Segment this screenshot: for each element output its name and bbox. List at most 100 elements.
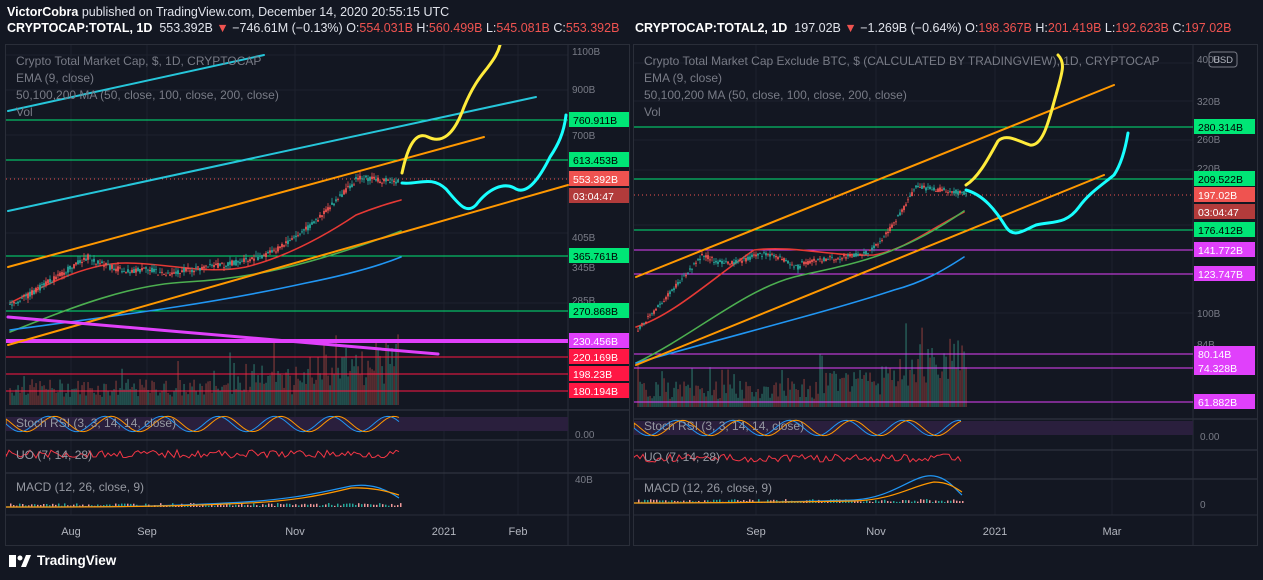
r-volume-bar xyxy=(695,385,697,407)
r-level-label-text: 80.14B xyxy=(1198,349,1231,361)
l-volume-bar xyxy=(243,389,245,405)
l-volume-bar xyxy=(283,387,285,405)
l-level-label-text: 613.453B xyxy=(573,155,618,167)
r-x-tick: Sep xyxy=(746,526,766,538)
l-macd-hist-bar xyxy=(310,503,312,507)
l-candle-body xyxy=(31,290,33,296)
l-volume-bar xyxy=(59,379,61,405)
l-channel-upper-orange xyxy=(7,136,485,268)
l-macd-hist-bar xyxy=(376,504,378,507)
r-candle-body xyxy=(707,255,709,260)
r-level-label: 123.747B xyxy=(1194,266,1255,281)
l-candle-body xyxy=(379,181,381,183)
r-macd-hist-bar xyxy=(893,501,895,503)
r-candle-body xyxy=(735,260,737,264)
l-last-price-label: 553.392B xyxy=(569,171,629,186)
r-macd-hist-bar xyxy=(935,500,937,503)
r-volume-bar xyxy=(873,381,875,407)
r-volume-bar xyxy=(667,382,669,407)
l-volume-bar xyxy=(297,378,299,405)
r-candle-body xyxy=(711,257,713,259)
l-candle-body xyxy=(113,268,115,271)
l-candle-body xyxy=(119,267,121,269)
left-low: 545.081B xyxy=(496,21,550,35)
l-volume-bar xyxy=(67,383,69,405)
l-candle-body xyxy=(215,263,217,266)
l-candle-body xyxy=(187,267,189,269)
right-chart-pane[interactable]: 400B 320B 260B 220B 100B 84B Sep Nov 2021 Mar 280.… xyxy=(633,44,1258,546)
l-volume-bar xyxy=(253,364,255,405)
r-candle-body xyxy=(821,261,823,263)
right-indicator-ema: EMA (9, close) xyxy=(644,71,722,85)
l-candle-body xyxy=(229,261,231,265)
l-volume-bar xyxy=(157,395,159,405)
r-candle-body xyxy=(753,254,755,256)
r-candle-body xyxy=(851,256,853,258)
left-chart-svg[interactable]: 1100B900B700B405B345B285BAug Sep Nov 2021 Fe… xyxy=(6,45,630,546)
l-volume-bar xyxy=(85,395,87,405)
l-volume-bar xyxy=(227,383,229,405)
l-x-tick: Sep xyxy=(137,526,157,538)
r-candle-body xyxy=(881,240,883,241)
l-volume-bar xyxy=(343,356,345,405)
l-volume-bar xyxy=(127,379,129,405)
r-volume-bar xyxy=(957,340,959,407)
l-volume-bar xyxy=(265,382,267,405)
r-volume-bar xyxy=(827,385,829,407)
r-volume-bar xyxy=(821,355,823,407)
r-volume-bar xyxy=(669,398,671,407)
l-candle-body xyxy=(225,265,227,267)
l-candle-body xyxy=(243,258,245,262)
l-volume-bar xyxy=(179,379,181,405)
r-ma200-line xyxy=(635,256,965,364)
l-candle-body xyxy=(59,272,61,277)
l-candle-body xyxy=(391,179,393,181)
usd-badge[interactable]: USD xyxy=(1208,51,1238,68)
l-macd-hist-bar xyxy=(334,505,336,507)
l-macd-hist-bar xyxy=(298,505,300,507)
right-chart-svg[interactable]: 400B320B260B220B100B84BSep Nov 2021 Mar280.… xyxy=(634,45,1258,546)
l-volume-bar xyxy=(381,366,383,405)
r-candle-body xyxy=(833,259,835,261)
r-ma50-line xyxy=(635,210,965,364)
left-open: 554.031B xyxy=(359,21,413,35)
r-volume-bar xyxy=(701,388,703,407)
r-candle-body xyxy=(785,259,787,262)
r-candle-body xyxy=(655,308,657,311)
l-candle-body xyxy=(251,257,253,260)
r-volume-bar xyxy=(849,391,851,407)
author-name[interactable]: VictorCobra xyxy=(7,5,78,19)
r-macd-hist-bar xyxy=(896,501,898,503)
r-volume-bar xyxy=(763,386,765,407)
l-candle-body xyxy=(207,266,209,268)
left-ticker[interactable]: CRYPTOCAP:TOTAL, 1D xyxy=(7,21,152,35)
l-volume-bar xyxy=(97,385,99,405)
l-candle-body xyxy=(109,265,111,270)
r-candle-body xyxy=(847,254,849,257)
r-macd-hist-bar xyxy=(881,500,883,503)
r-candle-body xyxy=(919,187,921,188)
l-candle-body xyxy=(393,180,395,183)
l-candle-body xyxy=(223,267,225,269)
l-volume-bar xyxy=(131,387,133,405)
l-volume-bar xyxy=(155,389,157,405)
r-candle-body xyxy=(759,253,761,254)
r-x-tick: Nov xyxy=(866,526,886,538)
r-candle-body xyxy=(901,209,903,212)
l-candle-body xyxy=(143,267,145,269)
r-volume-bar xyxy=(839,378,841,407)
left-chart-pane[interactable]: 1100B 900B 700B 405B 345B 285B Aug Sep Nov 2021 Fe… xyxy=(5,44,630,546)
l-volume-bar xyxy=(77,380,79,405)
r-volume-bar xyxy=(801,384,803,407)
r-volume-bar xyxy=(751,392,753,407)
l-volume-bar xyxy=(107,390,109,405)
right-ticker[interactable]: CRYPTOCAP:TOTAL2, 1D xyxy=(635,21,787,35)
r-candle-body xyxy=(673,288,675,291)
tradingview-brand[interactable]: TradingView xyxy=(9,553,116,568)
l-macd-hist-bar xyxy=(352,503,354,507)
l-candle-body xyxy=(359,175,361,180)
r-candle-body xyxy=(939,187,941,192)
l-macd-hist-bar xyxy=(325,504,327,507)
l-candle-body xyxy=(21,297,23,299)
l-level-label: 270.868B xyxy=(569,303,629,318)
